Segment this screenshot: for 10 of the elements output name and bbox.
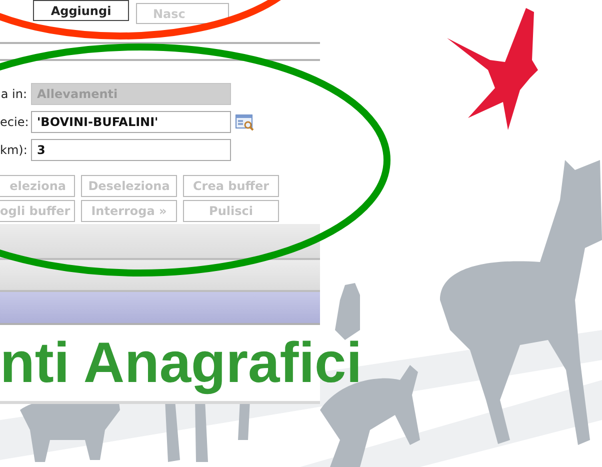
window-search-icon[interactable] [235, 113, 255, 131]
chicken-silhouette [335, 283, 360, 340]
panel-header[interactable] [0, 224, 320, 260]
field-label: ecie: [0, 115, 27, 129]
input-field[interactable]: 3 [31, 139, 231, 161]
bird-icon [447, 8, 538, 130]
add-button[interactable]: Aggiungi [33, 0, 129, 21]
input-field[interactable]: 'BOVINI-BUFALINI' [31, 111, 231, 133]
field-label: a in: [0, 87, 27, 101]
field-label: km): [0, 143, 27, 157]
